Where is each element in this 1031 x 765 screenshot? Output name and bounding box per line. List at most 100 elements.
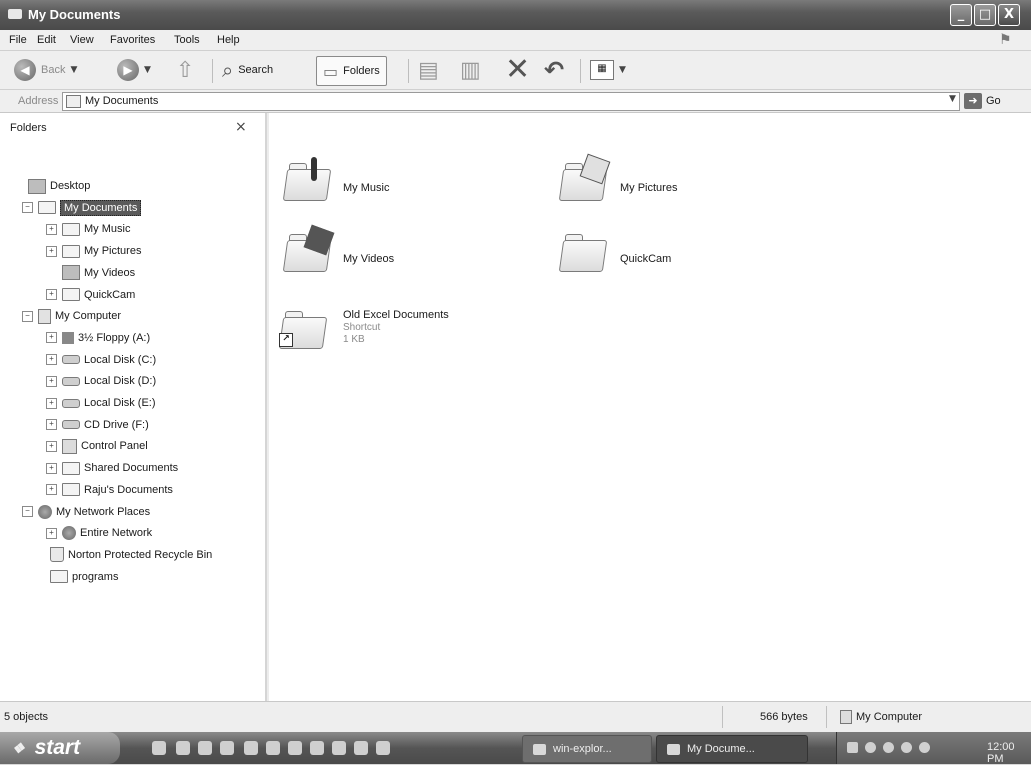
tree-item[interactable]: + Shared Documents: [46, 458, 178, 478]
quick-launch-icon[interactable]: [198, 741, 212, 755]
close-icon[interactable]: ×: [235, 119, 247, 135]
expand-icon[interactable]: +: [46, 440, 57, 452]
forward-arrow-icon: ▶: [117, 59, 139, 81]
collapse-icon[interactable]: −: [22, 202, 33, 214]
tree-item[interactable]: +3½ Floppy (A:): [46, 328, 150, 348]
quick-launch-icon[interactable]: [244, 741, 258, 755]
search-button[interactable]: ⌕ Search: [222, 56, 273, 84]
maximize-button[interactable]: □: [974, 4, 996, 26]
tree-item[interactable]: + Entire Network: [46, 523, 152, 543]
tray-icon[interactable]: [901, 742, 912, 753]
go-button[interactable]: ➜ Go: [964, 92, 1001, 110]
tray-icon[interactable]: [883, 742, 894, 753]
tray-icon[interactable]: [847, 742, 858, 753]
start-label: start: [34, 736, 81, 759]
title-bar[interactable]: My Documents _ □ X: [0, 0, 1031, 30]
menu-file[interactable]: File: [9, 34, 27, 46]
taskbar-task-win-explorer[interactable]: win-explor...: [522, 735, 652, 763]
expand-icon[interactable]: +: [46, 527, 57, 539]
pictures-folder-icon: [558, 153, 611, 201]
expand-icon[interactable]: +: [46, 332, 57, 344]
expand-icon[interactable]: +: [46, 223, 57, 235]
chevron-down-icon[interactable]: ▼: [947, 94, 958, 107]
menu-view[interactable]: View: [70, 34, 94, 46]
tree-item[interactable]: − My Network Places: [22, 502, 150, 522]
status-separator: [826, 706, 827, 728]
task-label: win-explor...: [553, 743, 612, 755]
tree-item[interactable]: programs: [34, 567, 118, 587]
delete-button[interactable]: ✕: [505, 55, 530, 85]
quick-launch-icon[interactable]: [310, 741, 324, 755]
quick-launch-icon[interactable]: [220, 741, 234, 755]
tree-item[interactable]: Norton Protected Recycle Bin: [34, 545, 212, 565]
tree-item[interactable]: + My Music: [46, 219, 130, 239]
status-location: My Computer: [856, 711, 923, 723]
tree-item-label: Desktop: [50, 180, 91, 192]
collapse-icon[interactable]: −: [22, 506, 33, 517]
tree-item[interactable]: − My Computer: [22, 306, 121, 326]
expand-icon[interactable]: +: [46, 375, 57, 387]
task-label: My Docume...: [687, 743, 755, 755]
taskbar: ❖ start win-explor... My Docume... 12:00…: [0, 732, 1031, 765]
quick-launch-icon[interactable]: [288, 741, 302, 755]
quick-launch-icon[interactable]: [266, 741, 280, 755]
expand-icon[interactable]: +: [46, 484, 57, 496]
tree-item[interactable]: My Videos: [46, 263, 135, 283]
tree-item[interactable]: + Local Disk (C:): [46, 350, 156, 370]
go-arrow-icon: ➜: [964, 93, 982, 109]
menu-tools[interactable]: Tools: [174, 34, 200, 46]
start-button[interactable]: ❖ start: [0, 732, 120, 764]
folders-button[interactable]: ▭ Folders: [316, 56, 387, 86]
tree-item[interactable]: + QuickCam: [46, 285, 135, 305]
close-button[interactable]: X: [998, 4, 1020, 26]
quick-launch-icon[interactable]: [354, 741, 368, 755]
floppy-icon: [62, 331, 74, 344]
expand-icon[interactable]: +: [46, 245, 57, 257]
views-button[interactable]: ▦ ▼: [590, 56, 626, 84]
expand-icon[interactable]: +: [46, 419, 57, 431]
quick-launch-icon[interactable]: [332, 741, 346, 755]
tree-item[interactable]: + CD Drive (F:): [46, 415, 149, 435]
quick-launch-icon[interactable]: [152, 741, 166, 755]
tree-item[interactable]: + My Pictures: [46, 241, 141, 261]
folder-icon: [62, 483, 80, 497]
tree-item-label: Local Disk (E:): [84, 397, 156, 409]
expand-icon[interactable]: +: [46, 354, 57, 366]
tray-icon[interactable]: [919, 742, 930, 753]
back-button[interactable]: ◀ Back ▼: [14, 56, 77, 84]
tree-item[interactable]: + Control Panel: [46, 436, 148, 456]
recycle-bin-icon: [50, 547, 64, 563]
tree-item[interactable]: − My Documents: [22, 198, 142, 218]
tree-item[interactable]: + Local Disk (D:): [46, 371, 156, 391]
up-folder-button[interactable]: ⇧: [176, 56, 194, 84]
expand-icon[interactable]: +: [46, 462, 57, 474]
quick-launch-icon[interactable]: [176, 741, 190, 755]
folder-icon: [8, 9, 22, 19]
address-input[interactable]: My Documents ▼: [62, 92, 960, 111]
address-label: Address: [18, 95, 59, 107]
tree-item[interactable]: + Local Disk (E:): [46, 393, 156, 413]
minimize-button[interactable]: _: [950, 4, 972, 26]
tray-icon[interactable]: [865, 742, 876, 753]
my-computer-icon: [840, 710, 852, 724]
file-item-size: 1 KB: [343, 334, 365, 345]
copy-to-button[interactable]: ▥: [460, 56, 481, 84]
menu-help[interactable]: Help: [217, 34, 240, 46]
collapse-icon[interactable]: −: [22, 310, 33, 322]
expand-icon[interactable]: +: [46, 397, 57, 409]
tree-item[interactable]: + Raju's Documents: [46, 480, 173, 500]
quick-launch-icon[interactable]: [376, 741, 390, 755]
folder-icon: [50, 570, 68, 584]
status-separator: [722, 706, 723, 728]
menu-edit[interactable]: Edit: [37, 34, 56, 46]
folder-icon: [667, 743, 680, 755]
forward-button[interactable]: ▶ ▼: [117, 56, 151, 84]
tree-item[interactable]: Desktop: [12, 176, 90, 196]
drive-icon: [62, 398, 80, 408]
move-to-button[interactable]: ▤: [418, 56, 439, 84]
menu-favorites[interactable]: Favorites: [110, 34, 155, 46]
undo-button[interactable]: ↶: [544, 56, 564, 84]
taskbar-task-my-documents[interactable]: My Docume...: [656, 735, 808, 763]
expand-icon[interactable]: +: [46, 289, 57, 300]
tree-item-label: My Computer: [55, 310, 122, 323]
